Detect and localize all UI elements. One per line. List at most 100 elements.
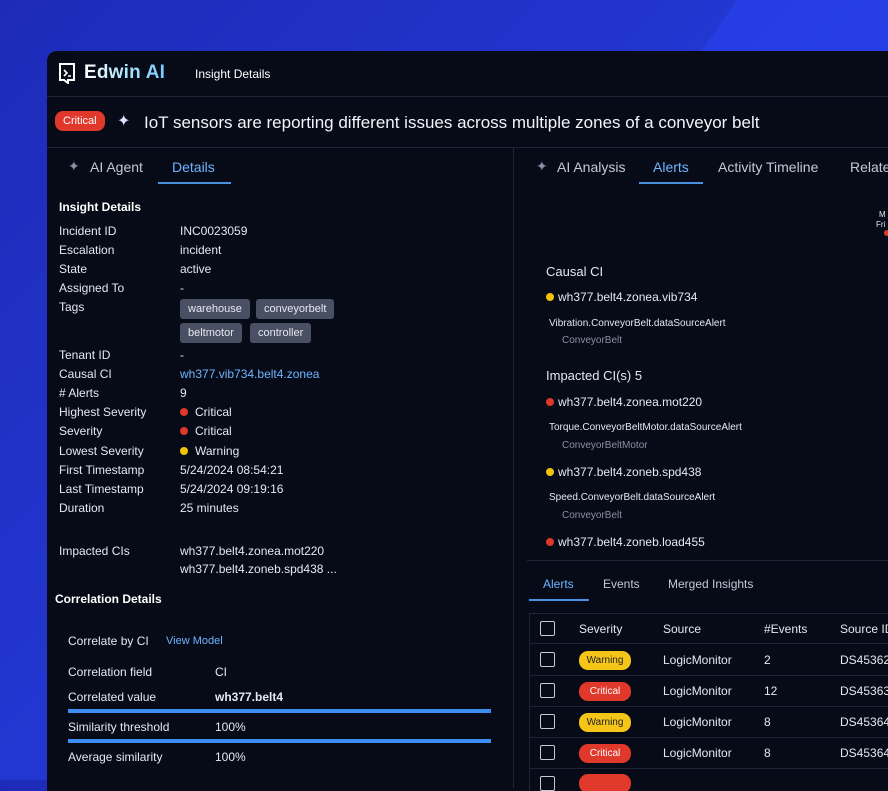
source-cell: LogicMonitor [663, 684, 732, 698]
row-checkbox[interactable] [540, 714, 555, 729]
table-row-divider [529, 675, 888, 676]
top-bar: Edwin AI Insight Details [47, 51, 888, 97]
average-similarity-label: Average similarity [68, 750, 163, 764]
causal-ci-link[interactable]: wh377.vib734.belt4.zonea [180, 367, 319, 381]
source-id-link[interactable]: DS45364 [840, 746, 888, 760]
similarity-threshold-bar [68, 709, 491, 713]
row-checkbox[interactable] [540, 652, 555, 667]
right-panel: ✦ AI Analysis Alerts Activity Timeline R… [513, 148, 888, 791]
alert-name: Speed.ConveyorBelt.dataSourceAlert [549, 492, 716, 503]
row-checkbox[interactable] [540, 745, 555, 760]
tab-ai-analysis[interactable]: AI Analysis [557, 159, 625, 175]
similarity-threshold-label: Similarity threshold [68, 720, 170, 734]
subtab-events[interactable]: Events [603, 577, 640, 591]
alert-name: Torque.ConveyorBeltMotor.dataSourceAlert [549, 422, 742, 433]
duration-value: 25 minutes [180, 501, 239, 515]
detail-label: Last Timestamp [59, 482, 144, 496]
table-top-border [529, 613, 888, 614]
insight-title: IoT sensors are reporting different issu… [144, 113, 760, 132]
active-tab-indicator [639, 182, 703, 184]
row-checkbox[interactable] [540, 683, 555, 698]
state-value: active [180, 262, 212, 276]
impacted-ci-item[interactable]: wh377.belt4.zonea.mot220 [546, 395, 702, 409]
impacted-ci-value: wh377.belt4.zonea.mot220 [180, 544, 325, 558]
graph-clipped-label: M [879, 210, 886, 219]
column-header-source-id[interactable]: Source ID [840, 622, 888, 636]
detail-label: First Timestamp [59, 463, 145, 477]
ci-name: wh377.belt4.zonea.vib734 [558, 290, 698, 304]
source-id-link[interactable]: DS45364 [840, 715, 888, 729]
column-header-source[interactable]: Source [663, 622, 701, 636]
average-similarity-bar [68, 739, 491, 743]
impacted-cis-label: Impacted CIs [59, 544, 130, 558]
impacted-ci-item[interactable]: wh377.belt4.zoneb.spd438 [546, 465, 701, 479]
correlate-by-label: Correlate by CI [68, 634, 149, 648]
table-row-divider [529, 706, 888, 707]
tag-chip[interactable]: controller [250, 323, 312, 343]
active-tab-indicator [158, 182, 231, 184]
severity-pill: Critical [579, 682, 631, 701]
detail-label: Incident ID [59, 224, 117, 238]
lowest-severity-value: Warning [180, 444, 239, 458]
severity-value: Critical [180, 424, 232, 438]
sparkle-icon: ✦ [117, 113, 131, 130]
detail-label: Escalation [59, 243, 115, 257]
detail-label: Severity [59, 424, 103, 438]
source-id-link[interactable]: DS45363 [840, 684, 888, 698]
graph-node-dot [884, 230, 888, 236]
correlation-field-value: CI [215, 665, 227, 679]
correlation-field-label: Correlation field [68, 665, 153, 679]
tab-activity-timeline[interactable]: Activity Timeline [718, 159, 818, 175]
table-left-border [529, 613, 530, 791]
insight-details-heading: Insight Details [59, 200, 142, 214]
severity-pill: Warning [579, 651, 631, 670]
tag-chip[interactable]: warehouse [180, 299, 250, 319]
edwin-logo-icon [59, 63, 75, 84]
table-row-divider [529, 643, 888, 644]
causal-ci-item[interactable]: wh377.belt4.zonea.vib734 [546, 290, 697, 304]
events-cell: 8 [764, 715, 771, 729]
subtab-merged-insights[interactable]: Merged Insights [668, 577, 753, 591]
impacted-ci-item[interactable]: wh377.belt4.zoneb.load455 [546, 535, 705, 549]
ai-agent-sparkle-icon: ✦ [68, 158, 80, 174]
severity-badge: Critical [55, 111, 105, 131]
source-cell: LogicMonitor [663, 715, 732, 729]
tab-alerts[interactable]: Alerts [653, 159, 689, 175]
source-id-link[interactable]: DS45362 [840, 653, 888, 667]
tab-related[interactable]: Relate [850, 159, 888, 175]
correlated-value: wh377.belt4 [215, 690, 284, 704]
detail-label: Duration [59, 501, 105, 515]
ci-type: ConveyorBeltMotor [562, 440, 648, 451]
graph-clipped-label: Fri [876, 220, 886, 229]
alerts-count-value: 9 [180, 386, 187, 400]
tag-chip[interactable]: beltmotor [180, 323, 242, 343]
view-model-link[interactable]: View Model [166, 635, 223, 647]
subtab-alerts[interactable]: Alerts [543, 577, 574, 591]
select-all-checkbox[interactable] [540, 621, 555, 636]
detail-label: Lowest Severity [59, 444, 144, 458]
detail-label: State [59, 262, 88, 276]
column-header-events[interactable]: #Events [764, 622, 807, 636]
highest-severity-value: Critical [180, 405, 232, 419]
column-header-severity[interactable]: Severity [579, 622, 622, 636]
similarity-threshold-value: 100% [215, 720, 246, 734]
detail-label: # Alerts [59, 386, 100, 400]
severity-text: Critical [195, 424, 232, 438]
detail-label: Causal CI [59, 367, 112, 381]
ai-analysis-sparkle-icon: ✦ [536, 158, 548, 174]
severity-text: Critical [195, 405, 232, 419]
average-similarity-value: 100% [215, 750, 246, 764]
tag-chip[interactable]: conveyorbelt [256, 299, 335, 319]
assigned-to-value: - [180, 281, 184, 295]
critical-dot-icon [546, 537, 554, 546]
left-panel: ✦ AI Agent Details Insight Details Incid… [47, 148, 514, 788]
source-cell: LogicMonitor [663, 653, 732, 667]
impacted-cis-heading: Impacted CI(s) 5 [546, 368, 643, 383]
page-label: Insight Details [195, 67, 271, 81]
tab-ai-agent[interactable]: AI Agent [90, 159, 143, 175]
ci-name: wh377.belt4.zoneb.spd438 [558, 465, 702, 479]
row-checkbox[interactable] [540, 776, 555, 791]
detail-label: Tags [59, 300, 85, 314]
tab-details[interactable]: Details [172, 159, 215, 175]
severity-text: Warning [195, 444, 240, 458]
